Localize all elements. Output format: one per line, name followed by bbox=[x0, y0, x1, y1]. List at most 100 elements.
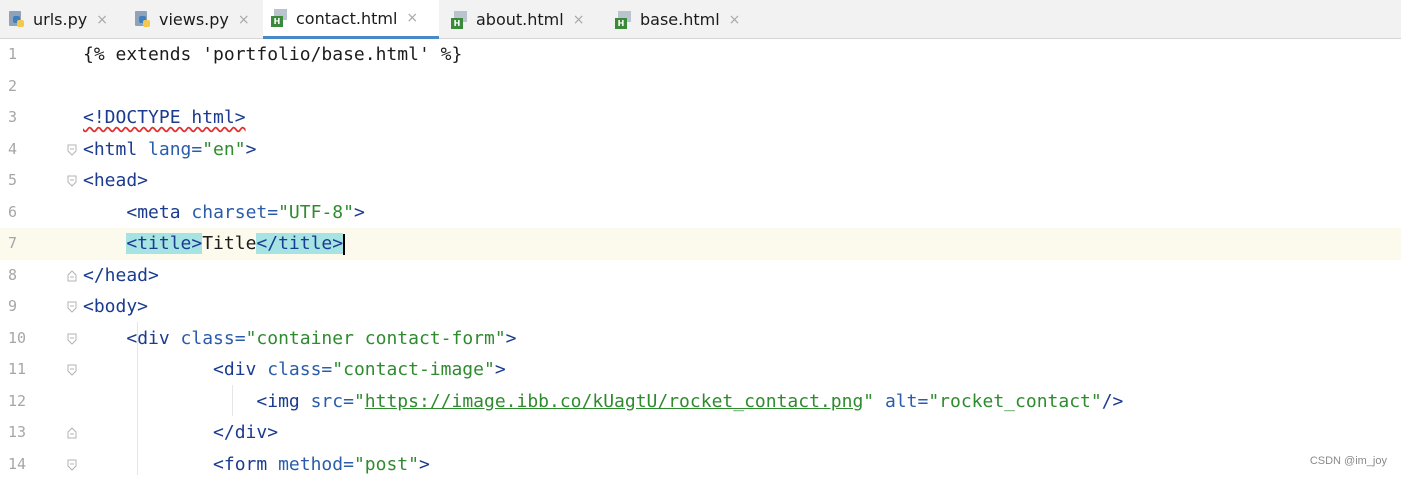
code-line[interactable]: 5 <head> bbox=[0, 165, 1401, 197]
line-number: 11 bbox=[8, 354, 38, 386]
code-text: <form method="post"> bbox=[83, 449, 430, 480]
code-token: </title> bbox=[256, 233, 343, 254]
code-token: <html bbox=[83, 139, 148, 160]
tab-urls-py[interactable]: urls.py × bbox=[0, 0, 118, 39]
html-badge: H bbox=[451, 18, 463, 29]
tab-about-html[interactable]: Habout.html × bbox=[443, 0, 601, 39]
line-number: 4 bbox=[8, 134, 38, 166]
html-badge: H bbox=[271, 16, 283, 27]
code-line[interactable]: 8 </head> bbox=[0, 260, 1401, 292]
code-line[interactable]: 7 <title>Title</title> bbox=[0, 228, 1401, 260]
code-token bbox=[83, 422, 213, 443]
tab-label: contact.html bbox=[296, 9, 397, 28]
line-number: 5 bbox=[8, 165, 38, 197]
fold-open-icon[interactable] bbox=[67, 175, 77, 187]
code-token bbox=[83, 328, 126, 349]
code-token: alt= bbox=[885, 391, 928, 412]
code-line[interactable]: 9 <body> bbox=[0, 291, 1401, 323]
close-icon[interactable]: × bbox=[96, 12, 108, 28]
tab-label: base.html bbox=[640, 10, 720, 29]
tab-contact-html[interactable]: Hcontact.html × bbox=[263, 0, 439, 39]
fold-open-icon[interactable] bbox=[67, 301, 77, 313]
code-token: lang= bbox=[148, 139, 202, 160]
fold-open-icon[interactable] bbox=[67, 333, 77, 345]
code-token: class= bbox=[267, 359, 332, 380]
code-text: <div class="container contact-form"> bbox=[83, 323, 517, 355]
line-number: 12 bbox=[8, 386, 38, 418]
close-icon[interactable]: × bbox=[406, 10, 418, 26]
code-editor[interactable]: 14 <form method="post">13 </div>12 <img … bbox=[0, 39, 1401, 475]
code-text: <title>Title</title> bbox=[83, 228, 345, 260]
tab-base-html[interactable]: Hbase.html × bbox=[607, 0, 757, 39]
code-token: "en" bbox=[202, 139, 245, 160]
python-file-icon bbox=[8, 11, 26, 29]
code-token: > bbox=[246, 139, 257, 160]
code-line[interactable]: 14 <form method="post"> bbox=[0, 449, 1401, 480]
code-token bbox=[83, 391, 256, 412]
code-token: https://image.ibb.co/kUagtU/rocket_conta… bbox=[365, 391, 864, 412]
code-line[interactable]: 11 <div class="contact-image"> bbox=[0, 354, 1401, 386]
code-text: <div class="contact-image"> bbox=[83, 354, 506, 386]
code-text: {% extends 'portfolio/base.html' %} bbox=[83, 39, 462, 71]
code-token: </div> bbox=[213, 422, 278, 443]
tab-label: urls.py bbox=[33, 10, 87, 29]
line-number: 14 bbox=[8, 449, 38, 480]
code-line[interactable]: 2 bbox=[0, 71, 1401, 103]
code-token bbox=[83, 202, 126, 223]
line-number: 2 bbox=[8, 71, 38, 103]
code-text: <body> bbox=[83, 291, 148, 323]
code-token: <div bbox=[213, 359, 267, 380]
line-number: 1 bbox=[8, 39, 38, 71]
close-icon[interactable]: × bbox=[729, 12, 741, 28]
line-number: 3 bbox=[8, 102, 38, 134]
code-line[interactable]: 3 <!DOCTYPE html> bbox=[0, 102, 1401, 134]
line-number: 9 bbox=[8, 291, 38, 323]
code-token: charset= bbox=[191, 202, 278, 223]
code-line[interactable]: 10 <div class="container contact-form"> bbox=[0, 323, 1401, 355]
code-line[interactable]: 13 </div> bbox=[0, 417, 1401, 449]
close-icon[interactable]: × bbox=[573, 12, 585, 28]
code-text: </head> bbox=[83, 260, 159, 292]
editor-tab-bar: urls.py×views.py×Hcontact.html×Habout.ht… bbox=[0, 0, 1401, 39]
code-token: " bbox=[863, 391, 885, 412]
indent-guide bbox=[232, 385, 233, 416]
tab-views-py[interactable]: views.py× bbox=[126, 0, 258, 39]
fold-open-icon[interactable] bbox=[67, 459, 77, 471]
watermark: CSDN @im_joy bbox=[1310, 455, 1387, 467]
code-token: "container contact-form" bbox=[246, 328, 506, 349]
fold-close-icon[interactable] bbox=[67, 270, 77, 282]
code-line[interactable]: 4 <html lang="en"> bbox=[0, 134, 1401, 166]
html-badge: H bbox=[615, 18, 627, 29]
fold-open-icon[interactable] bbox=[67, 364, 77, 376]
fold-open-icon[interactable] bbox=[67, 144, 77, 156]
code-line[interactable]: 1 {% extends 'portfolio/base.html' %} bbox=[0, 39, 1401, 71]
code-token: <!DOCTYPE html> bbox=[83, 107, 246, 128]
indent-guide bbox=[137, 322, 138, 475]
html-file-icon: H bbox=[615, 11, 633, 29]
code-token: > bbox=[506, 328, 517, 349]
line-number: 6 bbox=[8, 197, 38, 229]
code-line[interactable]: 6 <meta charset="UTF-8"> bbox=[0, 197, 1401, 229]
code-token: <div bbox=[126, 328, 180, 349]
python-file-icon bbox=[134, 11, 152, 29]
code-text: <head> bbox=[83, 165, 148, 197]
code-token: src= bbox=[311, 391, 354, 412]
line-number: 8 bbox=[8, 260, 38, 292]
html-file-icon: H bbox=[451, 11, 469, 29]
text-caret bbox=[343, 234, 345, 255]
code-token: <head> bbox=[83, 170, 148, 191]
code-token: "post" bbox=[354, 454, 419, 475]
code-token: <body> bbox=[83, 296, 148, 317]
tab-label: about.html bbox=[476, 10, 564, 29]
code-token: <title> bbox=[126, 233, 202, 254]
code-line[interactable]: 12 <img src="https://image.ibb.co/kUagtU… bbox=[0, 386, 1401, 418]
code-token: "contact-image" bbox=[332, 359, 495, 380]
code-token: > bbox=[419, 454, 430, 475]
close-icon[interactable]: × bbox=[238, 12, 250, 28]
code-text: <img src="https://image.ibb.co/kUagtU/ro… bbox=[83, 386, 1123, 418]
code-token: <meta bbox=[126, 202, 191, 223]
code-token: class= bbox=[181, 328, 246, 349]
fold-close-icon[interactable] bbox=[67, 427, 77, 439]
code-text: <!DOCTYPE html> bbox=[83, 102, 246, 134]
code-token bbox=[83, 454, 213, 475]
